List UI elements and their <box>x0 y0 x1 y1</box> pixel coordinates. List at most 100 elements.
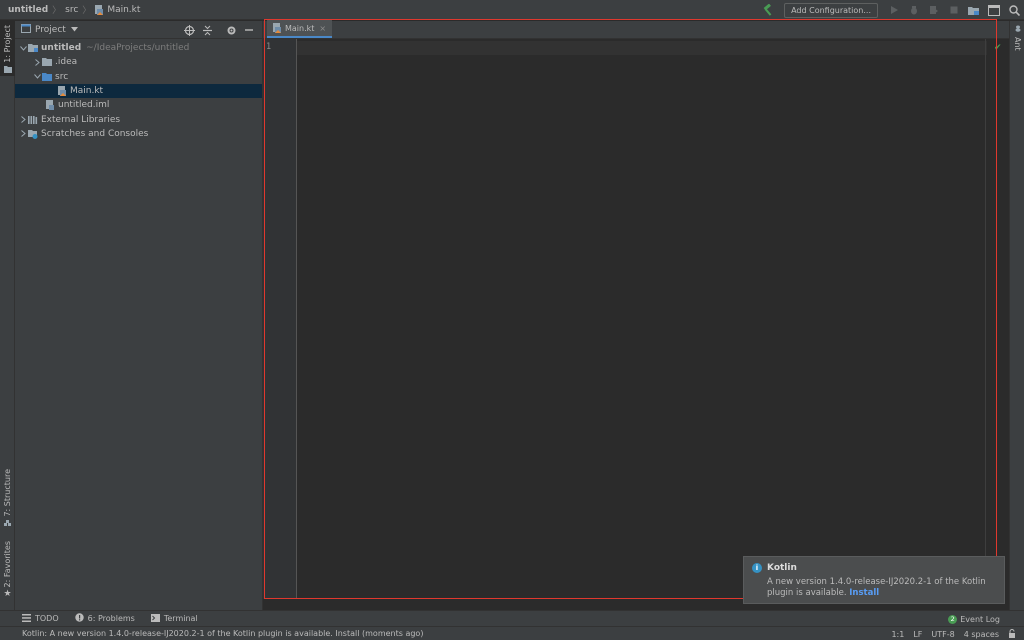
kotlin-file-icon <box>273 23 282 33</box>
module-folder-icon <box>28 44 38 53</box>
tool-tab-structure[interactable]: 7: Structure <box>0 469 15 531</box>
project-panel-header: Project <box>15 21 262 39</box>
debug-icon[interactable] <box>905 1 923 19</box>
source-folder-icon <box>42 72 52 81</box>
kotlin-file-icon <box>58 86 67 97</box>
tree-item-untitled[interactable]: untitled ~/IdeaProjects/untitled <box>15 41 262 55</box>
editor-tabbar: Main.kt × <box>263 20 1009 39</box>
structure-icon <box>3 519 12 530</box>
module-file-icon <box>46 100 55 111</box>
chevron-right-icon[interactable] <box>18 115 28 125</box>
tool-tab-favorites[interactable]: 2: Favorites ★ <box>0 541 15 603</box>
tool-tab-todo[interactable]: TODO <box>22 613 59 624</box>
tree-item-label: untitled.iml <box>58 100 110 111</box>
run-icon[interactable] <box>885 1 903 19</box>
tree-item-label: External Libraries <box>41 114 121 125</box>
minimize-icon[interactable] <box>241 22 257 38</box>
tool-tab-todo-label: TODO <box>35 614 59 623</box>
tool-tab-problems[interactable]: 6: Problems <box>74 613 135 624</box>
project-structure-icon[interactable] <box>965 1 983 19</box>
tool-tab-project-label: 1: Project <box>3 25 12 63</box>
tree-item-main-kt[interactable]: Main.kt <box>15 83 262 99</box>
folder-icon <box>42 58 52 67</box>
breadcrumb-src[interactable]: src <box>65 5 78 15</box>
line-number-gutter: 1 <box>263 39 297 599</box>
notification-body: A new version 1.4.0-release-IJ2020.2-1 o… <box>767 577 996 599</box>
close-icon[interactable]: × <box>319 24 326 33</box>
tool-tab-problems-label: 6: Problems <box>87 614 135 623</box>
inspection-ok-icon[interactable]: ✔ <box>994 43 1002 53</box>
locate-file-icon[interactable] <box>181 22 197 38</box>
status-bar: Kotlin: A new version 1.4.0-release-IJ20… <box>0 626 1024 640</box>
info-icon: i <box>752 563 762 573</box>
coverage-icon[interactable] <box>925 1 943 19</box>
terminal-icon <box>150 613 160 624</box>
layout-icon[interactable] <box>985 1 1003 19</box>
navigation-bar: untitled 〉 src 〉 Main.kt Add Configurati… <box>0 0 1024 20</box>
tree-item-label: .idea <box>55 57 78 68</box>
tool-tab-favorites-label: 2: Favorites <box>3 541 12 588</box>
tree-item-scratches[interactable]: Scratches and Consoles <box>15 127 262 141</box>
kotlin-file-icon <box>95 4 104 15</box>
plugin-update-notification: i Kotlin A new version 1.4.0-release-IJ2… <box>743 556 1005 604</box>
line-separator[interactable]: LF <box>913 630 922 639</box>
left-tool-strip: 1: Project 7: Structure 2: Favorites ★ <box>0 21 15 610</box>
stop-icon[interactable] <box>945 1 963 19</box>
breadcrumb-separator: 〉 <box>82 6 92 16</box>
tool-tab-ant-label: Ant <box>1013 37 1022 51</box>
project-panel-tools <box>180 21 258 39</box>
tree-item-label: Main.kt <box>70 86 104 97</box>
project-view-icon <box>21 23 31 36</box>
status-message[interactable]: Kotlin: A new version 1.4.0-release-IJ20… <box>22 629 423 638</box>
caret-position[interactable]: 1:1 <box>891 630 904 639</box>
chevron-down-icon[interactable] <box>70 25 78 35</box>
project-tree: untitled ~/IdeaProjects/untitled .idea s… <box>15 39 262 141</box>
file-encoding[interactable]: UTF-8 <box>931 630 954 639</box>
install-link[interactable]: Install <box>849 588 879 598</box>
tree-item-path: ~/IdeaProjects/untitled <box>86 43 190 54</box>
project-view-selector[interactable]: Project <box>35 25 66 35</box>
tool-tab-ant[interactable]: Ant <box>1010 25 1024 55</box>
tool-tab-project[interactable]: 1: Project <box>0 21 15 76</box>
breadcrumb: untitled 〉 src 〉 Main.kt <box>0 0 140 20</box>
tool-tab-structure-label: 7: Structure <box>3 469 12 517</box>
scratches-icon <box>28 129 38 139</box>
folder-icon <box>3 65 12 76</box>
add-configuration-button[interactable]: Add Configuration... <box>784 2 878 18</box>
hammer-icon[interactable] <box>759 1 777 19</box>
gear-icon[interactable] <box>223 22 239 38</box>
tree-item-src[interactable]: src <box>15 70 262 84</box>
star-icon: ★ <box>3 589 12 600</box>
tool-tab-event-log[interactable]: 2 Event Log <box>948 611 1000 627</box>
tree-item-external-libraries[interactable]: External Libraries <box>15 112 262 126</box>
tree-item-label: src <box>55 71 69 82</box>
breadcrumb-separator: 〉 <box>52 6 62 16</box>
code-editor-text-area[interactable] <box>297 41 987 55</box>
editor-area: Main.kt × 1 ✔ <box>263 20 1009 610</box>
editor-tab-main-kt[interactable]: Main.kt × <box>267 20 333 38</box>
chevron-right-icon[interactable] <box>18 129 28 139</box>
library-icon <box>28 115 38 124</box>
indent-setting[interactable]: 4 spaces <box>964 630 999 639</box>
right-margin-guide <box>985 39 986 599</box>
chevron-right-icon[interactable] <box>32 57 42 67</box>
tool-tab-terminal[interactable]: Terminal <box>150 613 198 624</box>
chevron-down-icon[interactable] <box>32 72 42 82</box>
tree-item-untitled-iml[interactable]: untitled.iml <box>15 98 262 112</box>
tool-tab-terminal-label: Terminal <box>163 614 198 623</box>
problems-icon <box>74 613 84 624</box>
lock-icon[interactable] <box>1008 628 1016 640</box>
breadcrumb-file[interactable]: Main.kt <box>107 5 140 15</box>
collapse-all-icon[interactable] <box>199 22 215 38</box>
search-icon[interactable] <box>1005 1 1023 19</box>
ant-icon <box>1014 25 1022 35</box>
notification-title-text: Kotlin <box>767 563 797 573</box>
status-widgets: 1:1 LF UTF-8 4 spaces <box>882 627 1016 640</box>
tree-item-label: untitled <box>41 43 82 54</box>
main-toolbar: Add Configuration... <box>758 0 1024 20</box>
breadcrumb-project[interactable]: untitled <box>8 5 48 15</box>
event-count-badge: 2 <box>948 614 958 624</box>
editor-tab-label: Main.kt <box>285 23 315 33</box>
tree-item-idea[interactable]: .idea <box>15 55 262 69</box>
chevron-down-icon[interactable] <box>18 43 28 53</box>
